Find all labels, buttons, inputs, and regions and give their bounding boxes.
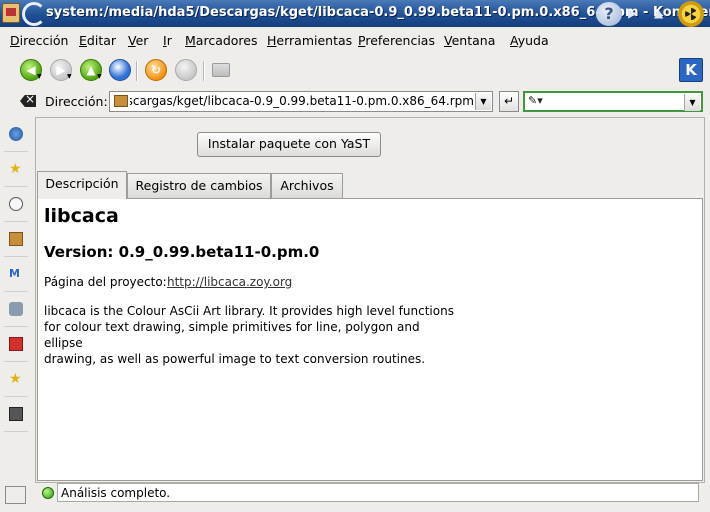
- window-menu-icon[interactable]: [22, 2, 46, 26]
- tab-archivos[interactable]: Archivos: [271, 173, 343, 198]
- devices-icon: [9, 302, 23, 316]
- search-engine-icon[interactable]: ✎▾: [528, 94, 546, 109]
- sidebar: ★ M ★: [4, 118, 28, 508]
- menu-ir[interactable]: Ir: [163, 33, 172, 48]
- favorites-icon: ★: [9, 371, 22, 387]
- network-icon: [9, 127, 23, 141]
- install-button[interactable]: Instalar paquete con YaST: [197, 132, 381, 157]
- print-icon[interactable]: [212, 63, 230, 77]
- sidebar-item-home[interactable]: [4, 223, 28, 257]
- menu-herramientas[interactable]: Herramientas: [267, 33, 352, 48]
- project-page-link[interactable]: http://libcaca.zoy.org: [167, 275, 292, 289]
- sidebar-item-documentation[interactable]: [4, 328, 28, 362]
- sidebar-item-history[interactable]: [4, 188, 28, 222]
- toolbar-separator: [136, 61, 138, 81]
- project-page-label: Página del proyecto:: [44, 275, 167, 289]
- package-name: libcaca: [44, 205, 119, 227]
- menu-marcadores[interactable]: Marcadores: [185, 33, 258, 48]
- menu-preferencias[interactable]: Preferencias: [358, 33, 435, 48]
- title-bar[interactable]: system:/media/hda5/Descargas/kget/libcac…: [0, 0, 710, 27]
- sidebar-config-button[interactable]: [5, 486, 26, 504]
- stop-button[interactable]: [175, 59, 197, 81]
- help-button[interactable]: ?: [596, 2, 622, 26]
- sidebar-item-services[interactable]: M: [4, 258, 28, 292]
- terminal-icon: [9, 407, 23, 421]
- description-line: drawing, as well as powerful image to te…: [44, 352, 426, 366]
- sidebar-item-bookmarks[interactable]: ★: [4, 153, 28, 187]
- services-icon: M: [9, 267, 20, 280]
- status-bar: Análisis completo.: [37, 483, 703, 503]
- back-history-arrow[interactable]: ▼: [37, 73, 42, 80]
- menu-editar[interactable]: Editar: [79, 33, 116, 48]
- tab-registro-cambios[interactable]: Registro de cambios: [127, 173, 271, 198]
- folder-icon: [114, 95, 128, 107]
- home-icon: [110, 60, 130, 80]
- sidebar-item-devices[interactable]: [4, 293, 28, 327]
- maximize-button[interactable]: ▲: [654, 6, 668, 20]
- home-folder-icon: [9, 232, 23, 246]
- status-text: Análisis completo.: [61, 486, 171, 500]
- toolbar: ◀ ▼ ▶ ▼ ▲ ▼ ↻ K: [0, 53, 710, 87]
- home-button[interactable]: [109, 59, 131, 81]
- location-label: Dirección:: [45, 94, 108, 109]
- location-dropdown-arrow[interactable]: ▼: [475, 93, 491, 110]
- search-box[interactable]: ✎▾ ▼: [523, 91, 703, 112]
- stop-icon: [176, 60, 196, 80]
- documentation-icon: [9, 337, 23, 351]
- sidebar-item-favorites[interactable]: ★: [4, 363, 28, 397]
- status-field: Análisis completo.: [57, 483, 699, 502]
- sidebar-item-network[interactable]: [4, 118, 28, 152]
- location-input[interactable]: /media/hda5/Descargas/kget/libcaca-0.9_0…: [109, 91, 493, 112]
- menu-ayuda[interactable]: Ayuda: [510, 33, 549, 48]
- minimize-button[interactable]: ▶: [628, 6, 642, 20]
- go-button[interactable]: ↵: [499, 91, 519, 112]
- menu-ver[interactable]: Ver: [128, 33, 148, 48]
- sidebar-item-terminal[interactable]: [4, 398, 28, 432]
- location-value[interactable]: /media/hda5/Descargas/kget/libcaca-0.9_0…: [130, 94, 474, 108]
- search-input[interactable]: [549, 93, 685, 110]
- search-dropdown-arrow[interactable]: ▼: [684, 94, 700, 111]
- bookmarks-icon: ★: [9, 161, 22, 177]
- clear-location-icon[interactable]: [20, 95, 36, 107]
- description-line: libcaca is the Colour AsCii Art library.…: [44, 304, 454, 318]
- menu-direccion[interactable]: Dirección: [10, 33, 68, 48]
- status-indicator-icon: [42, 487, 54, 499]
- history-icon: [9, 197, 23, 211]
- description-panel: libcaca Version: 0.9_0.99.beta11-0.pm.0 …: [37, 198, 703, 481]
- up-history-arrow[interactable]: ▼: [97, 73, 102, 80]
- reload-icon: ↻: [150, 63, 162, 77]
- menu-ventana[interactable]: Ventana: [444, 33, 495, 48]
- description-line: for colour text drawing, simple primitiv…: [44, 320, 420, 350]
- tab-descripcion[interactable]: Descripción: [37, 171, 127, 199]
- location-bar: Dirección: /media/hda5/Descargas/kget/li…: [0, 87, 710, 115]
- package-description: libcaca is the Colour AsCii Art library.…: [44, 303, 454, 367]
- package-version: Version: 0.9_0.99.beta11-0.pm.0: [44, 243, 320, 261]
- forward-history-arrow[interactable]: ▼: [67, 73, 72, 80]
- close-button[interactable]: [678, 1, 704, 27]
- kde-logo: K: [679, 58, 703, 82]
- menu-bar: Dirección Editar Ver Ir Marcadores Herra…: [0, 27, 710, 53]
- app-menu-icon[interactable]: [2, 3, 20, 23]
- toolbar-separator: [203, 61, 205, 81]
- reload-button[interactable]: ↻: [145, 59, 167, 81]
